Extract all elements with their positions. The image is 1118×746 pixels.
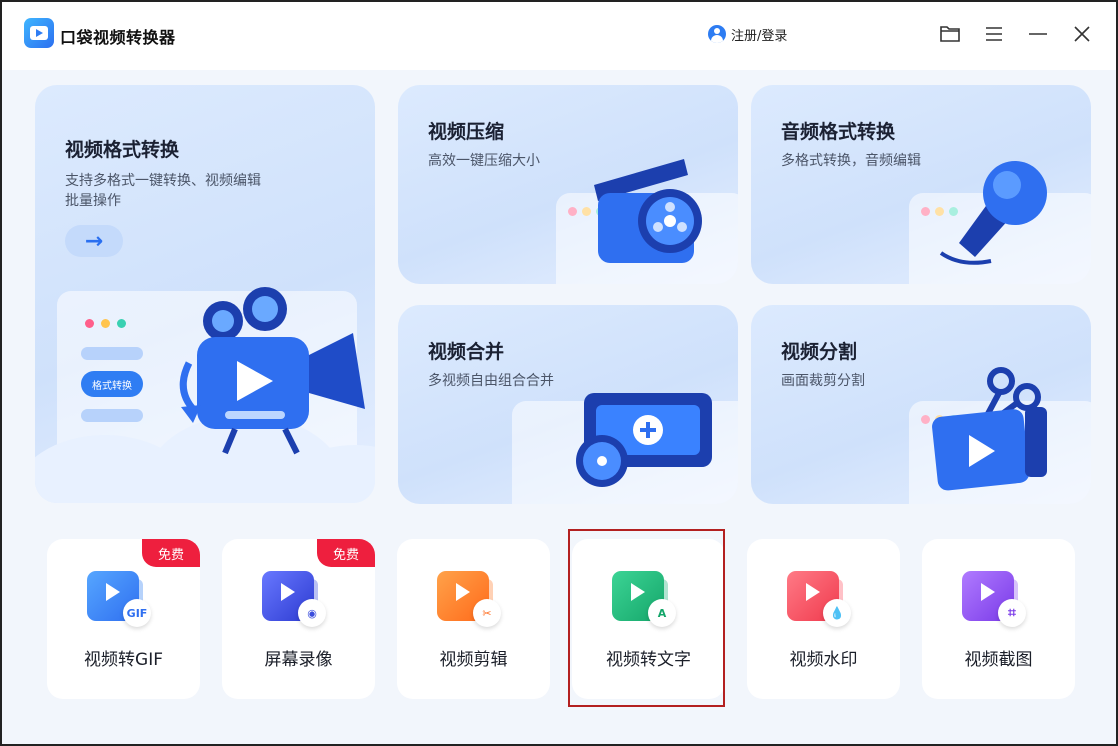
gif-icon: GIF (87, 569, 155, 629)
format-chip: 格式转换 (81, 371, 143, 397)
tool-label: 视频截图 (964, 650, 1033, 670)
login-label: 注册/登录 (731, 28, 788, 44)
scissors-film-icon (932, 367, 1047, 491)
card-title: 视频压缩 (428, 121, 505, 143)
microphone-icon (939, 161, 1047, 265)
folder-button[interactable] (938, 22, 962, 46)
tool-video-watermark[interactable]: 💧 视频水印 (747, 539, 900, 699)
user-avatar-icon (708, 25, 726, 43)
crop-icon: ⌗ (962, 569, 1030, 629)
card-subtitle: 高效一键压缩大小 (428, 153, 540, 169)
text-a-icon: A (612, 569, 680, 629)
film-strip-merge-icon (576, 393, 712, 487)
minimize-icon (1029, 33, 1047, 35)
minimize-button[interactable] (1026, 22, 1050, 46)
tool-video-to-text[interactable]: A 视频转文字 (572, 539, 725, 699)
card-video-format-convert[interactable]: 视频格式转换 支持多格式一键转换、视频编辑 批量操作 → 格式转换 (35, 85, 375, 503)
card-title: 音频格式转换 (781, 121, 896, 143)
close-button[interactable] (1070, 22, 1094, 46)
card-audio-format-convert[interactable]: 音频格式转换 多格式转换，音频编辑 (751, 85, 1091, 284)
tool-screen-record[interactable]: 免费 ◉ 屏幕录像 (222, 539, 375, 699)
login-button[interactable]: 注册/登录 (708, 24, 787, 44)
title-bar: 口袋视频转换器 注册/登录 (2, 2, 1116, 70)
card-subtitle-line2: 批量操作 (65, 193, 121, 209)
tool-video-to-gif[interactable]: 免费 GIF 视频转GIF (47, 539, 200, 699)
card-subtitle: 多格式转换，音频编辑 (781, 153, 921, 169)
video-camera-icon (179, 287, 365, 455)
scissors-icon: ✂ (437, 569, 505, 629)
tool-label: 屏幕录像 (264, 650, 333, 670)
card-title: 视频格式转换 (65, 139, 180, 161)
card-subtitle: 画面裁剪分割 (781, 373, 865, 389)
tool-video-edit[interactable]: ✂ 视频剪辑 (397, 539, 550, 699)
screen-record-icon: ◉ (262, 569, 330, 629)
app-window: 口袋视频转换器 注册/登录 视频格式转换 支持多格式一键转换、视频编辑 批量操作… (0, 0, 1118, 746)
close-icon (1074, 26, 1090, 42)
menu-button[interactable] (982, 22, 1006, 46)
tool-video-screenshot[interactable]: ⌗ 视频截图 (922, 539, 1075, 699)
card-video-merge[interactable]: 视频合并 多视频自由组合合并 (398, 305, 738, 504)
card-subtitle: 多视频自由组合合并 (428, 373, 554, 389)
app-title: 口袋视频转换器 (60, 28, 176, 47)
clapperboard-icon (594, 159, 702, 263)
free-badge: 免费 (142, 539, 200, 567)
tool-label: 视频水印 (789, 650, 858, 670)
arrow-right-icon: → (84, 228, 104, 254)
tool-label: 视频转GIF (84, 650, 163, 670)
folder-icon (940, 26, 960, 42)
card-title: 视频合并 (428, 341, 505, 363)
free-badge: 免费 (317, 539, 375, 567)
arrow-right-button[interactable]: → (65, 225, 123, 257)
watermark-drop-icon: 💧 (787, 569, 855, 629)
app-logo-icon (24, 18, 54, 48)
tool-label: 视频转文字 (606, 650, 691, 670)
card-title: 视频分割 (781, 341, 858, 363)
card-video-split[interactable]: 视频分割 画面裁剪分割 (751, 305, 1091, 504)
card-subtitle-line1: 支持多格式一键转换、视频编辑 (65, 173, 261, 189)
hamburger-icon (986, 27, 1002, 41)
tool-label: 视频剪辑 (439, 650, 508, 670)
card-video-compress[interactable]: 视频压缩 高效一键压缩大小 (398, 85, 738, 284)
